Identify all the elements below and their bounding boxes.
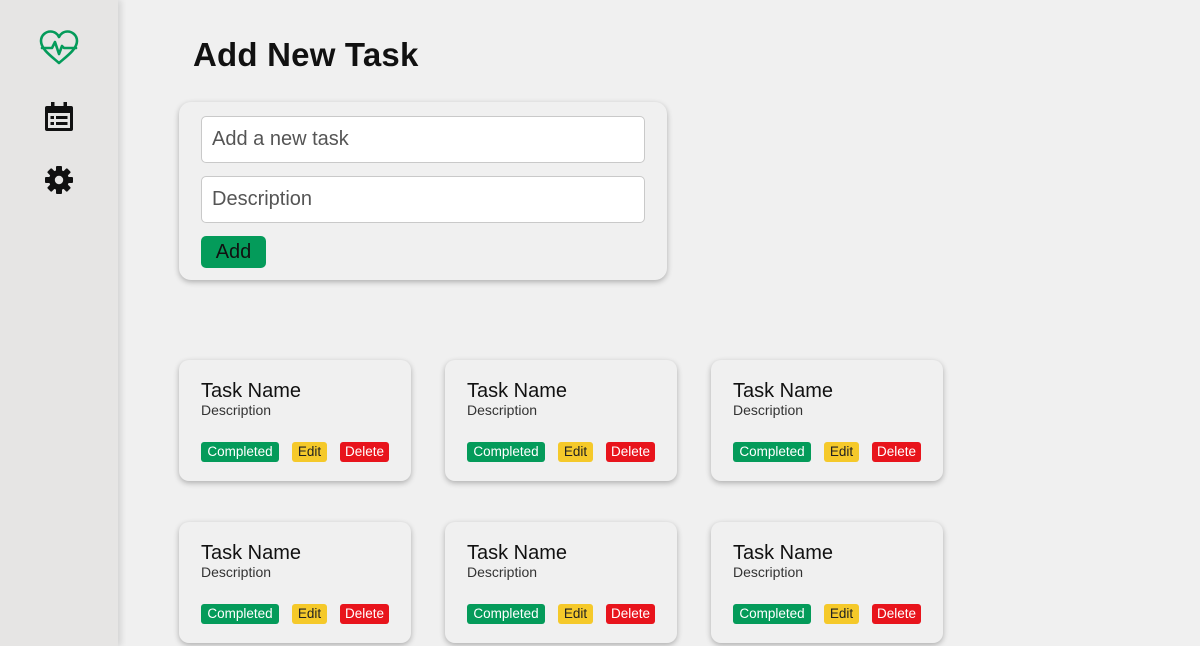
task-description: Description	[467, 564, 538, 580]
task-name: Task Name	[201, 542, 302, 564]
task-name: Task Name	[733, 380, 834, 402]
edit-button[interactable]: Edit	[292, 604, 327, 624]
task-name-input[interactable]	[201, 116, 645, 163]
sidebar-item-calendar[interactable]	[39, 97, 79, 137]
task-card: Task Name Description Completed Edit Del…	[711, 360, 943, 481]
delete-button[interactable]: Delete	[872, 604, 921, 624]
task-name: Task Name	[467, 542, 568, 564]
heart-pulse-icon	[39, 30, 79, 65]
edit-button[interactable]: Edit	[824, 604, 859, 624]
delete-button[interactable]: Delete	[606, 442, 655, 462]
completed-button[interactable]: Completed	[467, 604, 545, 624]
edit-button[interactable]: Edit	[292, 442, 327, 462]
edit-button[interactable]: Edit	[558, 604, 593, 624]
edit-button[interactable]: Edit	[558, 442, 593, 462]
task-description-input[interactable]	[201, 176, 645, 223]
task-card: Task Name Description Completed Edit Del…	[711, 522, 943, 643]
task-name: Task Name	[201, 380, 302, 402]
add-task-form: Add	[179, 102, 667, 280]
completed-button[interactable]: Completed	[733, 604, 811, 624]
calendar-list-icon	[45, 102, 73, 131]
task-card: Task Name Description Completed Edit Del…	[445, 522, 677, 643]
completed-button[interactable]: Completed	[733, 442, 811, 462]
task-description: Description	[733, 564, 804, 580]
completed-button[interactable]: Completed	[201, 604, 279, 624]
task-description: Description	[201, 402, 272, 418]
sidebar-item-settings[interactable]	[39, 160, 79, 200]
task-card: Task Name Description Completed Edit Del…	[179, 360, 411, 481]
delete-button[interactable]: Delete	[872, 442, 921, 462]
task-name: Task Name	[467, 380, 568, 402]
page-title: Add New Task	[193, 36, 419, 73]
delete-button[interactable]: Delete	[340, 604, 389, 624]
add-task-button[interactable]: Add	[201, 236, 266, 268]
completed-button[interactable]: Completed	[201, 442, 279, 462]
task-name: Task Name	[733, 542, 834, 564]
delete-button[interactable]: Delete	[340, 442, 389, 462]
task-card: Task Name Description Completed Edit Del…	[179, 522, 411, 643]
sidebar	[0, 0, 118, 646]
edit-button[interactable]: Edit	[824, 442, 859, 462]
sidebar-item-health[interactable]	[39, 28, 79, 68]
task-description: Description	[733, 402, 804, 418]
task-card: Task Name Description Completed Edit Del…	[445, 360, 677, 481]
completed-button[interactable]: Completed	[467, 442, 545, 462]
delete-button[interactable]: Delete	[606, 604, 655, 624]
gear-icon	[45, 166, 73, 194]
task-description: Description	[201, 564, 272, 580]
task-description: Description	[467, 402, 538, 418]
